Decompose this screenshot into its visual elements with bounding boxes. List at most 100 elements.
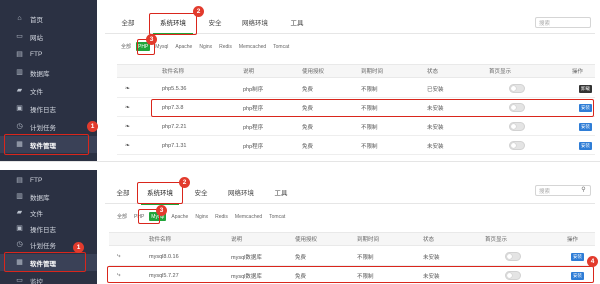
search-input[interactable]: 搜索 bbox=[535, 17, 591, 28]
tab-network-env[interactable]: 网络环境 bbox=[233, 10, 277, 34]
software-icon: ⤷ bbox=[117, 253, 121, 259]
install-button[interactable]: 安装 bbox=[571, 272, 584, 280]
sidebar-item-logs[interactable]: ▣ 操作日志 bbox=[0, 100, 97, 117]
sidebar-item-files[interactable]: ▰ 文件 bbox=[0, 82, 97, 99]
sidebar-item-files[interactable]: ▰ 文件 bbox=[0, 204, 97, 221]
software-icon: ▦ bbox=[16, 141, 23, 148]
sidebar-item-label: 计划任务 bbox=[30, 242, 56, 250]
sidebar-item-cron[interactable]: ◷ 计划任务 bbox=[0, 118, 97, 135]
filter-memcached[interactable]: Memcached bbox=[233, 212, 264, 221]
step-badge-1: 1 bbox=[73, 242, 84, 253]
step-badge-4: 4 bbox=[587, 256, 598, 267]
expiry: 不限制 bbox=[361, 143, 378, 150]
filter-apache[interactable]: Apache bbox=[173, 42, 194, 51]
tab-tools[interactable]: 工具 bbox=[267, 180, 295, 204]
sidebar-item-label: 软件管理 bbox=[30, 142, 56, 150]
status: 未安装 bbox=[427, 105, 444, 112]
table-row[interactable]: ❧ php7.1.31 php程序 免费 不限制 未安装 安装 bbox=[117, 137, 595, 155]
install-button[interactable]: 安装 bbox=[579, 123, 592, 131]
filter-php[interactable]: PHP bbox=[132, 212, 146, 221]
table-row[interactable]: ❧ php5.5.36 php制序 免费 不限制 已安装 卸载 bbox=[117, 80, 595, 98]
search-input[interactable]: 搜索 ⚲ bbox=[535, 185, 591, 196]
license: 免费 bbox=[302, 124, 314, 131]
filter-all[interactable]: 全部 bbox=[115, 212, 129, 221]
table-row[interactable]: ⤷ mysql5.7.27 mysql数据库 免费 不限制 未安装 安装 bbox=[109, 267, 595, 284]
homepage-toggle[interactable] bbox=[509, 122, 525, 131]
homepage-toggle[interactable] bbox=[509, 141, 525, 150]
col-homepage-display: 首页显示 bbox=[485, 237, 508, 243]
main-content: 全部 系统环境 安全 网络环境 工具 搜索 2 全部 PHP Mysql Apa… bbox=[105, 0, 595, 161]
table-row[interactable]: ❧ php7.3.8 php程序 免费 不限制 未安装 安装 bbox=[117, 99, 595, 117]
col-description: 说明 bbox=[231, 237, 243, 243]
filter-nginx[interactable]: Nginx bbox=[193, 212, 210, 221]
homepage-toggle[interactable] bbox=[509, 84, 525, 93]
home-icon: ⌂ bbox=[17, 15, 22, 22]
license: 免费 bbox=[295, 273, 307, 280]
tab-network-env[interactable]: 网络环境 bbox=[219, 180, 263, 204]
filter-tomcat[interactable]: Tomcat bbox=[271, 42, 291, 51]
status: 已安装 bbox=[427, 86, 444, 93]
clock-icon: ◷ bbox=[16, 241, 23, 248]
homepage-toggle[interactable] bbox=[509, 103, 525, 112]
step-badge-2: 2 bbox=[179, 177, 190, 188]
tab-tools[interactable]: 工具 bbox=[283, 10, 311, 34]
clock-icon: ◷ bbox=[16, 123, 23, 130]
sidebar-item-label: 操作日志 bbox=[30, 106, 56, 114]
homepage-toggle[interactable] bbox=[505, 252, 521, 261]
filter-all[interactable]: 全部 bbox=[119, 42, 133, 51]
expiry: 不限制 bbox=[357, 273, 374, 280]
sidebar-item-ftp[interactable]: ▤ FTP bbox=[0, 46, 97, 63]
filter-memcached[interactable]: Memcached bbox=[237, 42, 268, 51]
sidebar-item-logs[interactable]: ▣ 操作日志 bbox=[0, 220, 97, 237]
filter-redis[interactable]: Redis bbox=[213, 212, 230, 221]
software-icon: ▦ bbox=[16, 259, 23, 266]
monitor-icon: ▭ bbox=[16, 33, 23, 40]
tab-system-env[interactable]: 系统环境 bbox=[149, 10, 197, 35]
sidebar-item-software[interactable]: ▦ 软件管理 bbox=[0, 254, 97, 271]
tab-all[interactable]: 全部 bbox=[113, 10, 143, 34]
table-row[interactable]: ⤷ mysql8.0.16 mysql数据库 免费 不限制 未安装 安装 bbox=[109, 248, 595, 266]
filter-redis[interactable]: Redis bbox=[217, 42, 234, 51]
install-button[interactable]: 安装 bbox=[579, 142, 592, 150]
status: 未安装 bbox=[423, 254, 440, 261]
table-header: 软件名称 说明 使用授权 到期时间 状态 首页显示 操作 bbox=[109, 232, 595, 246]
sidebar-item-website[interactable]: ▭ 网站 bbox=[0, 28, 97, 45]
sidebar-item-database[interactable]: ▥ 数据库 bbox=[0, 188, 97, 205]
tab-system-env[interactable]: 系统环境 bbox=[137, 180, 183, 205]
install-button[interactable]: 安装 bbox=[579, 104, 592, 112]
sidebar-item-monitor[interactable]: ▭ 监控 bbox=[0, 272, 97, 284]
search-icon[interactable]: ⚲ bbox=[579, 187, 588, 194]
software-description: mysql数据库 bbox=[231, 254, 262, 261]
col-status: 状态 bbox=[423, 237, 435, 243]
software-name: php7.3.8 bbox=[162, 104, 184, 111]
filter-apache[interactable]: Apache bbox=[169, 212, 190, 221]
expiry: 不限制 bbox=[357, 254, 374, 261]
license: 免费 bbox=[302, 105, 314, 112]
sidebar-item-label: FTP bbox=[30, 51, 43, 58]
table-row[interactable]: ❧ php7.2.21 php程序 免费 不限制 未安装 安装 bbox=[117, 118, 595, 136]
software-description: php制序 bbox=[243, 86, 264, 93]
status: 未安装 bbox=[423, 273, 440, 280]
homepage-toggle[interactable] bbox=[505, 271, 521, 280]
tab-all[interactable]: 全部 bbox=[109, 180, 137, 204]
col-actions: 操作 bbox=[567, 237, 579, 243]
software-icon: ❧ bbox=[125, 86, 131, 92]
tab-security[interactable]: 安全 bbox=[187, 180, 215, 204]
sidebar-item-database[interactable]: ▥ 数据库 bbox=[0, 64, 97, 81]
sidebar-item-ftp[interactable]: ▤ FTP bbox=[0, 172, 97, 189]
sidebar-item-software[interactable]: ▦ 软件管理 bbox=[0, 136, 97, 153]
sidebar-item-label: 操作日志 bbox=[30, 226, 56, 234]
tab-security[interactable]: 安全 bbox=[201, 10, 229, 34]
software-description: php程序 bbox=[243, 143, 264, 150]
software-name: php7.1.31 bbox=[162, 142, 187, 149]
sidebar-item-home[interactable]: ⌂ 首页 bbox=[0, 10, 97, 27]
col-homepage-display: 首页显示 bbox=[489, 69, 512, 75]
search-placeholder: 搜索 bbox=[539, 20, 551, 27]
table-header: 软件名称 说明 使用授权 到期时间 状态 首页显示 操作 bbox=[117, 64, 595, 78]
filter-tomcat[interactable]: Tomcat bbox=[267, 212, 287, 221]
filter-mysql[interactable]: Mysql bbox=[153, 42, 170, 51]
install-button[interactable]: 安装 bbox=[571, 253, 584, 261]
filter-nginx[interactable]: Nginx bbox=[197, 42, 214, 51]
uninstall-button[interactable]: 卸载 bbox=[579, 85, 592, 93]
folder-icon: ▰ bbox=[16, 87, 23, 94]
